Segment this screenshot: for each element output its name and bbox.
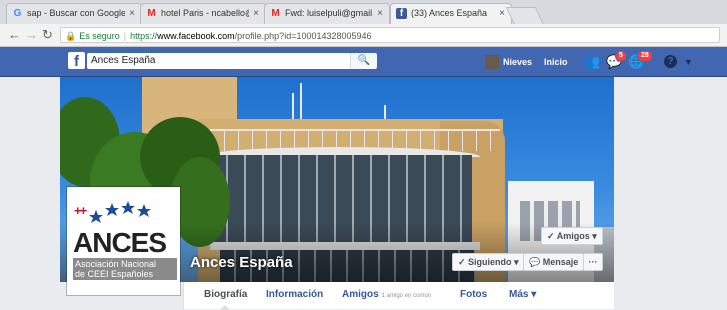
lock-icon: 🔒 <box>65 31 77 41</box>
logo-text: ANCES <box>73 227 167 258</box>
profile-link[interactable]: Nieves <box>485 55 532 69</box>
active-tab-indicator <box>220 305 230 310</box>
gmail-icon: M <box>271 8 280 19</box>
forward-arrow-icon[interactable]: → <box>25 26 38 44</box>
url-separator: | <box>123 31 127 41</box>
url-field[interactable]: 🔒 Es seguro | https://www.facebook.com/prof… <box>60 27 720 43</box>
home-link[interactable]: Inicio <box>544 55 568 69</box>
profile-tabs: Biografía Información Amigos 1 amigo en c… <box>183 282 614 310</box>
tab-mas[interactable]: Más ▾ <box>509 289 536 300</box>
browser-tab-facebook[interactable]: f (33) Ances España × <box>390 3 512 24</box>
notifications-count-badge: 28 <box>637 50 653 62</box>
cross-mark: ++ <box>74 203 87 218</box>
tab-amigos[interactable]: Amigos 1 amigo en común <box>342 289 431 300</box>
avatar <box>485 55 499 69</box>
notifications-icon[interactable]: 🌐 28 <box>628 50 653 70</box>
close-icon[interactable]: × <box>253 4 259 23</box>
tab-amigos-label: Amigos <box>342 289 379 300</box>
logo-subtitle-line1: Asociación Nacional <box>75 259 157 269</box>
close-icon[interactable]: × <box>129 4 135 23</box>
address-bar: ← → ↻ 🔒 Es seguro | https://www.facebook.co… <box>0 24 727 47</box>
close-icon[interactable]: × <box>377 4 383 23</box>
secure-label: Es seguro <box>79 31 120 41</box>
message-button-label: Mensaje <box>542 257 579 267</box>
url-path: /profile.php?id=100014328005946 <box>234 31 372 41</box>
browser-tab-label: (33) Ances España <box>411 8 488 18</box>
logo-subtitle: Asociación Nacional de CEEI Españoles <box>73 258 177 280</box>
message-button[interactable]: 💬 Mensaje <box>523 253 585 271</box>
url-host: www.facebook.com <box>157 31 235 41</box>
chevron-down-icon[interactable]: ▼ <box>684 55 693 69</box>
facebook-top-bar: f Ances España 🔍 Nieves Inicio 👥 💬 5 🌐 2… <box>0 47 727 77</box>
help-icon[interactable]: ? <box>664 55 677 68</box>
back-arrow-icon[interactable]: ← <box>8 26 21 44</box>
messages-count-badge: 5 <box>615 50 627 62</box>
user-name: Nieves <box>503 57 533 67</box>
gmail-icon: M <box>147 8 156 19</box>
browser-tab-strip: G sap - Buscar con Google × M hotel Pari… <box>0 0 727 25</box>
tab-fotos[interactable]: Fotos <box>460 289 487 300</box>
facebook-search-input[interactable]: Ances España <box>87 53 376 69</box>
mutual-friends-count: 1 amigo en común <box>381 293 432 299</box>
page-title[interactable]: Ances España <box>190 254 293 271</box>
tab-biografia[interactable]: Biografía <box>204 289 247 300</box>
close-icon[interactable]: × <box>499 4 505 23</box>
browser-tab-gmail-1[interactable]: M hotel Paris - ncabello@c × <box>140 3 266 24</box>
browser-tab-label: sap - Buscar con Google <box>27 8 125 18</box>
facebook-icon: f <box>396 8 407 19</box>
friends-button[interactable]: ✓ Amigos ▾ <box>541 227 603 245</box>
browser-tab-label: hotel Paris - ncabello@c <box>161 8 249 18</box>
messages-icon[interactable]: 💬 5 <box>606 50 627 70</box>
facebook-logo-icon[interactable]: f <box>68 52 85 70</box>
messenger-icon: 💬 <box>529 257 541 267</box>
reload-icon[interactable]: ↻ <box>42 26 53 44</box>
profile-picture[interactable]: ++ ANCES Asociación Nacional de CEEI Esp… <box>67 187 180 295</box>
google-icon: G <box>13 8 22 19</box>
antenna <box>300 83 302 123</box>
following-button[interactable]: ✓ Siguiendo ▾ <box>452 253 525 271</box>
more-options-button[interactable]: ··· <box>583 253 603 271</box>
tab-informacion[interactable]: Información <box>266 289 323 300</box>
browser-tab-gmail-2[interactable]: M Fwd: luiselpuli@gmail.cc × <box>264 3 390 24</box>
stars-icon <box>89 201 151 223</box>
search-icon[interactable]: 🔍 <box>350 53 377 69</box>
logo-subtitle-line2: de CEEI Españoles <box>75 269 154 279</box>
friend-requests-icon[interactable]: 👥 <box>584 54 600 70</box>
url-protocol: https:// <box>130 31 158 41</box>
browser-tab-label: Fwd: luiselpuli@gmail.cc <box>285 8 373 18</box>
browser-tab-google[interactable]: G sap - Buscar con Google × <box>6 3 142 24</box>
